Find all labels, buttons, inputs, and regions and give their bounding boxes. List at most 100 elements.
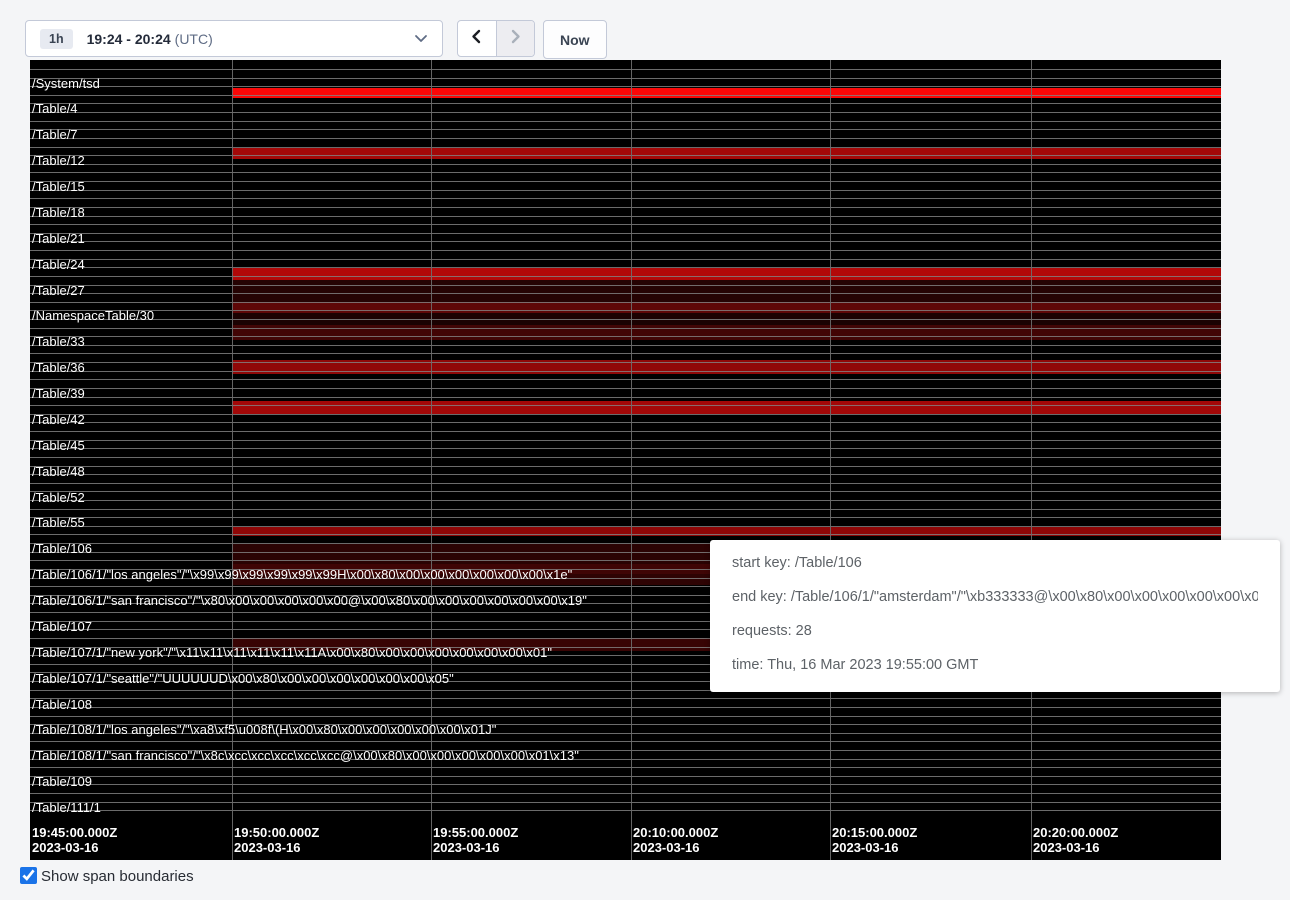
span-boundary-line [30, 129, 1221, 130]
row-label: /Table/42 [32, 413, 85, 426]
heat-band[interactable] [232, 148, 1221, 159]
row-label: /Table/33 [32, 335, 85, 348]
row-label: /Table/106 [32, 542, 92, 555]
x-axis-tick: 20:20:00.000Z2023-03-16 [1033, 825, 1118, 855]
span-boundary-line [30, 397, 1221, 398]
span-boundary-line [30, 250, 1221, 251]
span-boundary-line [30, 414, 1221, 415]
span-boundary-line [30, 457, 1221, 458]
row-label: /Table/12 [32, 154, 85, 167]
span-boundary-line [30, 155, 1221, 156]
now-button[interactable]: Now [543, 20, 607, 59]
row-label: /Table/55 [32, 516, 85, 529]
span-boundary-line [30, 224, 1221, 225]
span-boundary-line [30, 172, 1221, 173]
row-label: /Table/107 [32, 620, 92, 633]
span-boundary-line [30, 336, 1221, 337]
range-timezone: (UTC) [175, 31, 213, 47]
span-boundary-line [30, 517, 1221, 518]
row-label: /Table/52 [32, 491, 85, 504]
span-boundary-line [30, 259, 1221, 260]
row-label: /Table/106/1/"san francisco"/"\x80\x00\x… [32, 594, 587, 607]
time-gridline [631, 60, 632, 860]
time-range-dropdown[interactable]: 1h 19:24 - 20:24 (UTC) [25, 20, 443, 57]
span-boundary-line [30, 138, 1221, 139]
span-boundary-line [30, 716, 1221, 717]
row-label: /Table/15 [32, 180, 85, 193]
span-boundary-line [30, 500, 1221, 501]
span-boundary-line [30, 379, 1221, 380]
span-boundary-line [30, 440, 1221, 441]
span-boundary-line [30, 207, 1221, 208]
span-boundary-line [30, 310, 1221, 311]
keyvis-tooltip: start key: /Table/106 end key: /Table/10… [710, 540, 1280, 692]
row-label: /Table/111/1 [32, 801, 101, 814]
show-span-boundaries-checkbox[interactable] [20, 867, 37, 884]
span-boundary-line [30, 78, 1221, 79]
chevron-down-icon [414, 34, 428, 43]
span-boundary-line [30, 86, 1221, 87]
span-boundary-line [30, 241, 1221, 242]
heat-band[interactable] [232, 401, 1221, 415]
time-gridline [232, 60, 233, 860]
span-boundary-line [30, 69, 1221, 70]
span-boundary-line [30, 181, 1221, 182]
row-label: /Table/21 [32, 232, 85, 245]
row-label: /Table/18 [32, 206, 85, 219]
span-boundary-line [30, 328, 1221, 329]
x-axis-tick: 20:10:00.000Z2023-03-16 [633, 825, 718, 855]
span-boundary-line [30, 509, 1221, 510]
x-axis-tick: 19:50:00.000Z2023-03-16 [234, 825, 319, 855]
span-boundary-line [30, 190, 1221, 191]
span-boundary-line [30, 793, 1221, 794]
row-label: /Table/27 [32, 284, 85, 297]
span-boundary-line [30, 95, 1221, 96]
row-label: /Table/24 [32, 258, 85, 271]
time-gridline [431, 60, 432, 860]
span-boundary-line [30, 233, 1221, 234]
span-boundary-line [30, 362, 1221, 363]
x-axis-tick: 19:45:00.000Z2023-03-16 [32, 825, 117, 855]
tooltip-start-key: start key: /Table/106 [732, 546, 1258, 580]
tooltip-requests: requests: 28 [732, 614, 1258, 648]
tooltip-time: time: Thu, 16 Mar 2023 19:55:00 GMT [732, 648, 1258, 682]
span-boundary-line [30, 707, 1221, 708]
span-boundary-line [30, 388, 1221, 389]
heat-band[interactable] [232, 280, 1221, 302]
span-boundary-line [30, 121, 1221, 122]
row-label: /Table/7 [32, 128, 78, 141]
heat-band[interactable] [232, 88, 1221, 98]
span-boundary-line [30, 405, 1221, 406]
row-label: /NamespaceTable/30 [32, 309, 154, 322]
span-boundary-line [30, 276, 1221, 277]
keyvis-canvas[interactable]: /System/tsd/Table/4/Table/7/Table/12/Tab… [30, 60, 1221, 860]
span-boundary-line [30, 147, 1221, 148]
row-label: /System/tsd [32, 77, 100, 90]
span-boundary-line [30, 371, 1221, 372]
span-boundary-line [30, 784, 1221, 785]
row-label: /Table/108/1/"san francisco"/"\x8c\xcc\x… [32, 749, 579, 762]
span-boundary-line [30, 448, 1221, 449]
heat-band[interactable] [232, 268, 1221, 281]
span-boundary-line [30, 103, 1221, 104]
span-boundary-line [30, 302, 1221, 303]
span-boundary-line [30, 198, 1221, 199]
row-label: /Table/107/1/"seattle"/"UUUUUUD\x00\x80\… [32, 672, 454, 685]
span-boundary-line [30, 698, 1221, 699]
row-label: /Table/45 [32, 439, 85, 452]
x-axis-tick: 20:15:00.000Z2023-03-16 [832, 825, 917, 855]
row-label: /Table/107/1/"new york"/"\x11\x11\x11\x1… [32, 646, 552, 659]
prev-range-button[interactable] [458, 21, 496, 56]
tooltip-end-key: end key: /Table/106/1/"amsterdam"/"\xb33… [732, 580, 1258, 614]
span-boundary-line [30, 491, 1221, 492]
span-boundary-line [30, 767, 1221, 768]
next-range-button[interactable] [496, 21, 535, 56]
span-boundary-line [30, 534, 1221, 535]
row-label: /Table/39 [32, 387, 85, 400]
chevron-right-icon [508, 29, 523, 49]
span-boundary-line [30, 776, 1221, 777]
span-boundary-line [30, 741, 1221, 742]
x-axis-tick: 19:55:00.000Z2023-03-16 [433, 825, 518, 855]
span-boundary-line [30, 293, 1221, 294]
time-nav-button-group [457, 20, 535, 57]
